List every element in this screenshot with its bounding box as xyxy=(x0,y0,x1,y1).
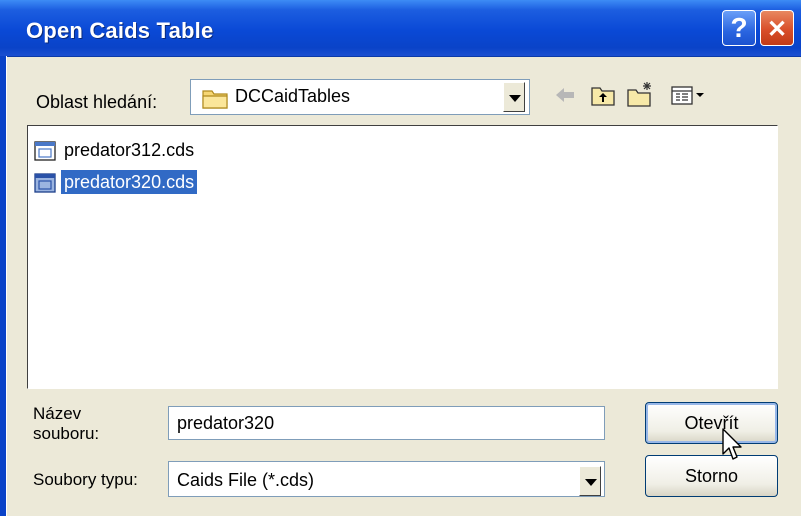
filename-label-line1: Název xyxy=(33,404,82,423)
look-in-label: Oblast hledání: xyxy=(36,92,158,112)
help-button[interactable]: ? xyxy=(722,10,756,46)
filename-input[interactable]: predator320 xyxy=(168,406,605,440)
filetype-value: Caids File (*.cds) xyxy=(177,470,315,490)
new-folder-icon[interactable] xyxy=(625,80,655,110)
filename-label: Název souboru: xyxy=(33,404,99,444)
filetype-combo[interactable]: Caids File (*.cds) xyxy=(168,461,605,497)
window-border-highlight xyxy=(6,56,7,516)
help-icon: ? xyxy=(730,12,748,43)
close-button[interactable]: ✕ xyxy=(760,10,794,46)
filetype-dropdown-button[interactable] xyxy=(579,466,601,496)
title-bar[interactable]: Open Caids Table ? ✕ xyxy=(0,0,801,57)
dialog-title: Open Caids Table xyxy=(26,18,214,43)
folder-icon xyxy=(202,90,228,109)
look-in-combo[interactable]: DCCaidTables xyxy=(190,79,530,115)
view-menu-icon[interactable] xyxy=(668,80,708,110)
look-in-value: DCCaidTables xyxy=(235,86,351,106)
filename-label-line2: souboru: xyxy=(33,424,100,443)
mouse-cursor-icon xyxy=(722,428,742,460)
close-icon: ✕ xyxy=(766,16,788,43)
up-folder-icon[interactable] xyxy=(588,80,618,110)
file-list[interactable]: predator312.cds predator320.cds xyxy=(27,125,778,389)
filename-value: predator320 xyxy=(177,413,275,433)
back-arrow-icon[interactable] xyxy=(550,80,580,110)
filetype-label: Soubory typu: xyxy=(33,470,138,489)
cancel-button[interactable]: Storno xyxy=(645,455,778,497)
file-icon xyxy=(34,173,56,193)
look-in-dropdown-button[interactable] xyxy=(503,82,525,112)
open-button[interactable]: Otevřít xyxy=(645,402,778,444)
file-name: predator320.cds xyxy=(61,170,198,194)
file-icon xyxy=(34,141,56,161)
file-name: predator312.cds xyxy=(64,140,195,160)
